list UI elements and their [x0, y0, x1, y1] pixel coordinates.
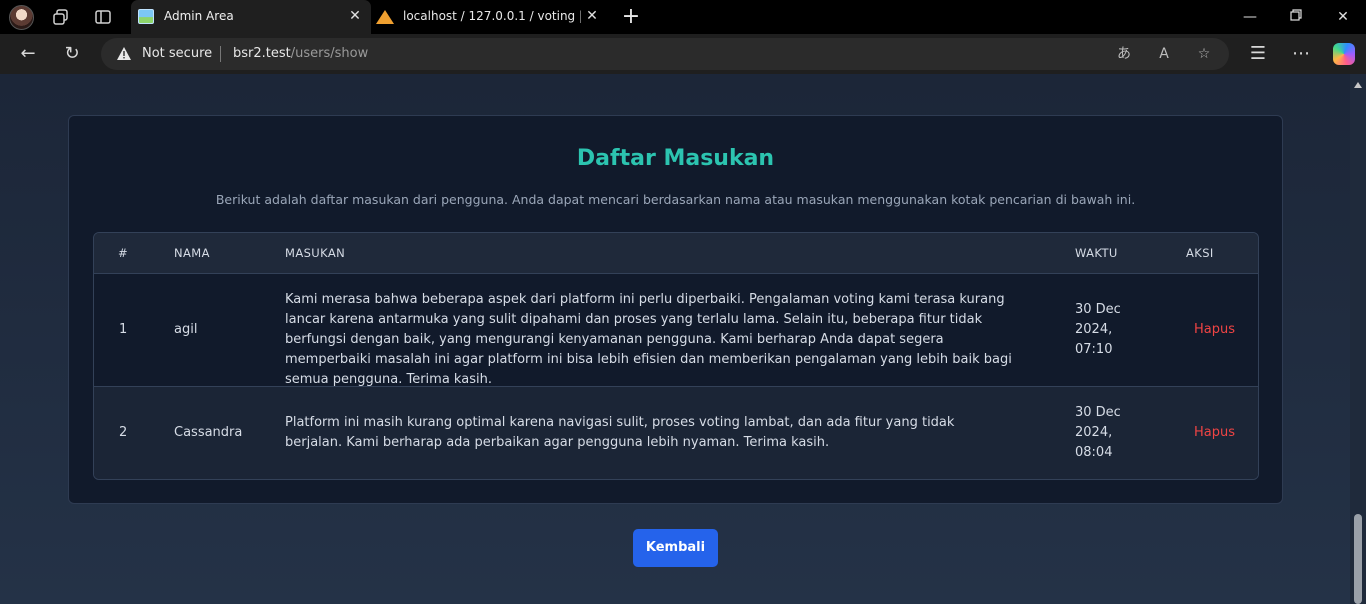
- tab-title: Admin Area: [164, 9, 234, 23]
- close-tab-icon[interactable]: ✕: [347, 8, 363, 24]
- header-nama: NAMA: [174, 246, 210, 260]
- header-waktu: WAKTU: [1075, 246, 1118, 260]
- phpmyadmin-favicon-icon: [376, 10, 394, 24]
- cell-nama: Cassandra: [174, 425, 243, 440]
- scroll-up-arrow-icon[interactable]: [1354, 82, 1362, 88]
- browser-titlebar: Admin Area ✕ localhost / 127.0.0.1 / vot…: [0, 0, 1366, 34]
- translate-icon[interactable]: あ: [1115, 45, 1133, 63]
- close-window-icon[interactable]: ✕: [1332, 6, 1354, 28]
- delete-link[interactable]: Hapus: [1194, 320, 1235, 340]
- page-title: Daftar Masukan: [576, 146, 775, 171]
- favorites-icon[interactable]: ☰: [1247, 43, 1269, 65]
- favorite-star-icon[interactable]: ☆: [1195, 45, 1213, 63]
- back-arrow-icon[interactable]: ←: [17, 43, 39, 65]
- cell-number: 2: [119, 425, 128, 440]
- refresh-icon[interactable]: ↻: [61, 43, 83, 65]
- new-tab-icon[interactable]: +: [620, 6, 642, 28]
- read-aloud-icon[interactable]: A: [1155, 45, 1173, 63]
- url-text[interactable]: bsr2.test/users/show: [233, 46, 368, 61]
- close-tab-icon[interactable]: ✕: [584, 8, 600, 24]
- tab-title: localhost / 127.0.0.1 / voting | php: [403, 9, 581, 23]
- address-bar[interactable]: Not secure bsr2.test/users/show あ A ☆: [101, 38, 1229, 70]
- restore-icon[interactable]: [1285, 6, 1307, 28]
- image-favicon-icon: [138, 9, 154, 24]
- copilot-icon[interactable]: [1333, 43, 1355, 65]
- cell-waktu: 30 Dec 2024, 07:10: [1075, 302, 1121, 357]
- back-button[interactable]: Kembali: [633, 529, 718, 567]
- address-divider: [220, 46, 221, 62]
- profile-avatar[interactable]: [9, 5, 34, 30]
- security-status[interactable]: Not secure: [142, 46, 212, 61]
- page-viewport: Daftar Masukan Berikut adalah daftar mas…: [0, 74, 1350, 604]
- tab-phpmyadmin[interactable]: localhost / 127.0.0.1 / voting | php ✕: [372, 0, 608, 34]
- header-aksi: AKSI: [1186, 246, 1214, 260]
- url-path: /users/show: [290, 46, 369, 61]
- workspaces-icon[interactable]: [52, 8, 70, 26]
- browser-toolbar: ← ↻ Not secure bsr2.test/users/show あ A …: [0, 34, 1366, 74]
- tab-actions-icon[interactable]: [94, 8, 112, 26]
- cell-masukan: Kami merasa bahwa beberapa aspek dari pl…: [285, 292, 1012, 387]
- tab-admin-area[interactable]: Admin Area ✕: [131, 0, 371, 34]
- feedback-table: # NAMA MASUKAN WAKTU AKSI 1 agil Kami me…: [93, 232, 1259, 480]
- cell-number: 1: [119, 322, 128, 337]
- cell-nama: agil: [174, 322, 198, 337]
- cell-masukan: Platform ini masih kurang optimal karena…: [285, 415, 955, 450]
- more-menu-icon[interactable]: ⋯: [1290, 43, 1312, 65]
- scrollbar-thumb[interactable]: [1354, 514, 1362, 604]
- cell-waktu: 30 Dec 2024, 08:04: [1075, 405, 1121, 460]
- table-row: 1 agil Kami merasa bahwa beberapa aspek …: [94, 274, 1258, 387]
- page-subtitle: Berikut adalah daftar masukan dari pengg…: [215, 192, 1136, 207]
- table-row: 2 Cassandra Platform ini masih kurang op…: [94, 387, 1258, 479]
- page-scrollbar[interactable]: [1350, 74, 1366, 604]
- table-header: # NAMA MASUKAN WAKTU AKSI: [94, 233, 1258, 274]
- header-number: #: [118, 246, 129, 260]
- header-masukan: MASUKAN: [285, 246, 346, 260]
- url-host: bsr2.test: [233, 46, 291, 61]
- delete-link[interactable]: Hapus: [1194, 423, 1235, 443]
- warning-icon[interactable]: [116, 46, 132, 62]
- minimize-icon[interactable]: —: [1239, 6, 1261, 28]
- feedback-card: Daftar Masukan Berikut adalah daftar mas…: [68, 115, 1283, 504]
